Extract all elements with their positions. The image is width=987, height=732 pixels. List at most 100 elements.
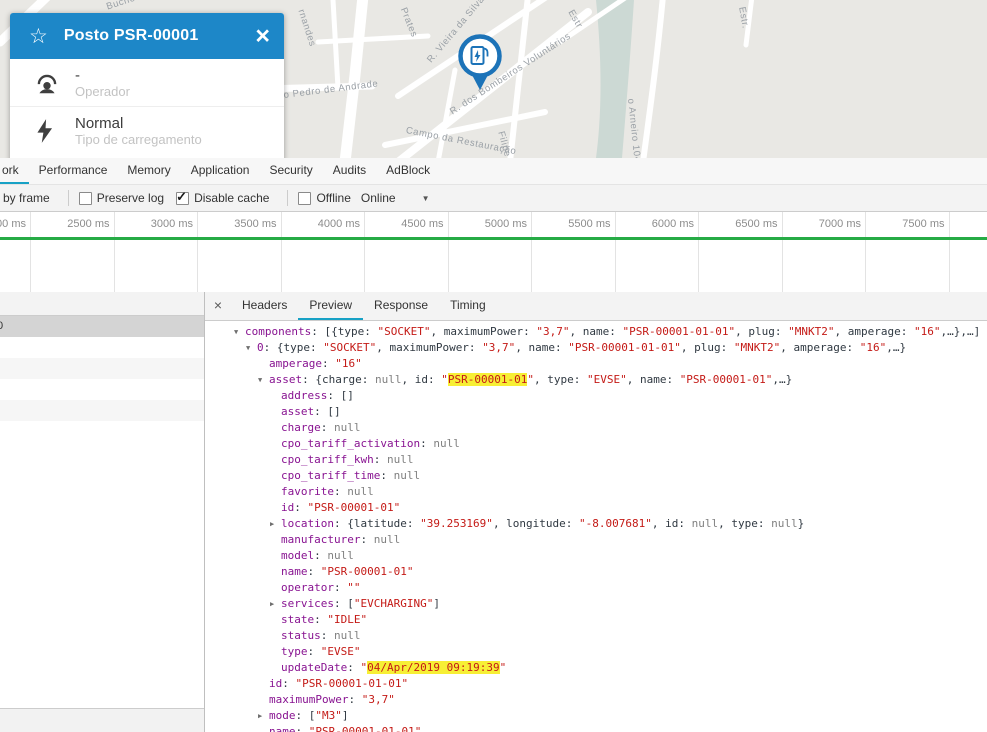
offline-checkbox[interactable] xyxy=(298,191,312,205)
json-key: address xyxy=(281,389,328,402)
tree-line[interactable]: ▶ mode: ["M3"] xyxy=(205,708,987,724)
collapse-arrow-icon[interactable]: ▼ xyxy=(234,324,245,340)
json-key: id xyxy=(269,677,283,690)
json-text: : xyxy=(360,533,374,546)
preview-tree: ▼ components: [{type: "SOCKET", maximumPo… xyxy=(205,321,987,732)
tree-line: operator: "" xyxy=(205,580,987,596)
json-key: 0 xyxy=(257,341,264,354)
map-canvas[interactable]: Bucho rnandes Prates R. Vieira da Silva Estr… xyxy=(0,0,987,159)
tree-line[interactable]: ▶ location: {latitude: "39.253169", longi… xyxy=(205,516,987,532)
favorite-star-icon[interactable]: ☆ xyxy=(29,26,48,47)
json-text: , type: xyxy=(718,517,772,530)
json-text: , plug: xyxy=(680,341,734,354)
tab-adblock[interactable]: AdBlock xyxy=(376,158,440,184)
operator-icon xyxy=(34,70,62,96)
detail-tabbar: × Headers Preview Response Timing xyxy=(205,292,987,321)
expand-arrow-icon[interactable]: ▶ xyxy=(270,596,281,612)
json-string: "PSR-00001-01-01" xyxy=(308,725,422,732)
divider xyxy=(287,190,289,206)
tree-line[interactable]: ▼ asset: {charge: null, id: "PSR-00001-01… xyxy=(205,372,987,388)
tab-performance[interactable]: Performance xyxy=(29,158,118,184)
json-text: : {type: xyxy=(263,341,324,354)
chevron-down-icon[interactable]: ▼ xyxy=(422,194,430,203)
json-text: : [ xyxy=(295,709,316,722)
json-text: , longitude: xyxy=(492,517,580,530)
popup-title: Posto PSR-00001 xyxy=(63,27,199,44)
json-string: "EVSE" xyxy=(320,645,361,658)
disable-cache-checkbox[interactable] xyxy=(176,189,190,205)
json-key: asset xyxy=(281,405,315,418)
json-null: null xyxy=(386,453,414,466)
tab-application[interactable]: Application xyxy=(181,158,260,184)
json-key: amperage xyxy=(269,357,322,370)
gridline xyxy=(197,212,198,237)
json-text: : [{type: xyxy=(311,325,378,338)
gridline xyxy=(531,240,532,294)
gridline xyxy=(698,212,699,237)
gridline xyxy=(447,212,449,237)
json-null: null xyxy=(374,373,402,386)
collapse-arrow-icon[interactable]: ▼ xyxy=(258,372,269,388)
close-detail-icon[interactable]: × xyxy=(205,292,231,320)
network-request-row-selected[interactable]: 0 xyxy=(0,316,204,337)
ev-station-marker[interactable] xyxy=(454,33,506,95)
tab-security[interactable]: Security xyxy=(259,158,322,184)
collapse-arrow-icon[interactable]: ▼ xyxy=(246,340,257,356)
json-key: status xyxy=(281,629,321,642)
tree-line: model: null xyxy=(205,548,987,564)
timeline-tick: 6500 ms xyxy=(735,218,778,230)
gridline xyxy=(197,240,198,294)
json-string: "3,7" xyxy=(536,325,570,338)
timeline-tick: 5500 ms xyxy=(568,218,611,230)
popup-header: ☆ Posto PSR-00001 × xyxy=(10,13,284,59)
json-key: services xyxy=(281,597,334,610)
json-text: : xyxy=(282,677,296,690)
tree-line[interactable]: ▼ components: [{type: "SOCKET", maximumPo… xyxy=(205,324,987,340)
throttling-select[interactable]: Online xyxy=(361,191,396,205)
json-key: name xyxy=(269,725,296,732)
detail-tab-preview[interactable]: Preview xyxy=(298,292,363,320)
tree-line: state: "IDLE" xyxy=(205,612,987,628)
popup-row-charging-type: Normal Tipo de carregamento xyxy=(10,107,284,154)
network-request-row[interactable] xyxy=(0,400,204,421)
expand-arrow-icon[interactable]: ▶ xyxy=(258,708,269,724)
json-string: "PSR-00001-01" xyxy=(679,373,773,386)
tab-ork[interactable]: ork xyxy=(0,158,29,184)
network-request-row[interactable] xyxy=(0,379,204,400)
json-null: null xyxy=(433,437,460,450)
json-key: state xyxy=(281,613,315,626)
station-popup: ☆ Posto PSR-00001 × - Operador Normal Ti… xyxy=(10,13,284,158)
tree-line[interactable]: ▼ 0: {type: "SOCKET", maximumPower: "3,7"… xyxy=(205,340,987,356)
gridline xyxy=(113,212,115,237)
gridline xyxy=(865,212,866,237)
popup-close-icon[interactable]: × xyxy=(255,23,270,49)
json-text: : xyxy=(347,661,361,674)
network-request-row[interactable] xyxy=(0,358,204,379)
timeline-tick: 00 ms xyxy=(0,218,26,230)
tree-line: cpo_tariff_time: null xyxy=(205,468,987,484)
tab-audits[interactable]: Audits xyxy=(323,158,376,184)
offline-label: Offline xyxy=(316,191,351,205)
network-controls: by frame Preserve log Disable cache Offl… xyxy=(0,185,987,212)
json-string: "MNKT2" xyxy=(788,325,835,338)
json-text: : xyxy=(295,725,309,732)
tab-memory[interactable]: Memory xyxy=(117,158,180,184)
json-string: "39.253169" xyxy=(420,517,493,530)
tree-line[interactable]: ▶ services: ["EVCHARGING"] xyxy=(205,596,987,612)
json-null: null xyxy=(334,629,361,642)
tree-line: maximumPower: "3,7" xyxy=(205,692,987,708)
detail-tab-response[interactable]: Response xyxy=(363,292,439,320)
detail-tab-headers[interactable]: Headers xyxy=(231,292,298,320)
expand-arrow-icon[interactable]: ▶ xyxy=(270,516,281,532)
request-detail-panel: × Headers Preview Response Timing ▼ componen… xyxy=(205,292,987,732)
preserve-log-checkbox[interactable] xyxy=(78,191,92,205)
json-string: "PSR-00001-01" xyxy=(307,501,401,514)
preserve-log-label: Preserve log xyxy=(96,191,165,205)
json-string: "PSR-00001-01-01" xyxy=(295,677,409,690)
timeline-tick: 6000 ms xyxy=(651,218,694,230)
network-request-row[interactable] xyxy=(0,337,204,358)
json-string: "M3" xyxy=(315,709,342,722)
json-text: : xyxy=(333,581,348,594)
detail-tab-timing[interactable]: Timing xyxy=(439,292,497,320)
json-null: null xyxy=(393,469,421,482)
